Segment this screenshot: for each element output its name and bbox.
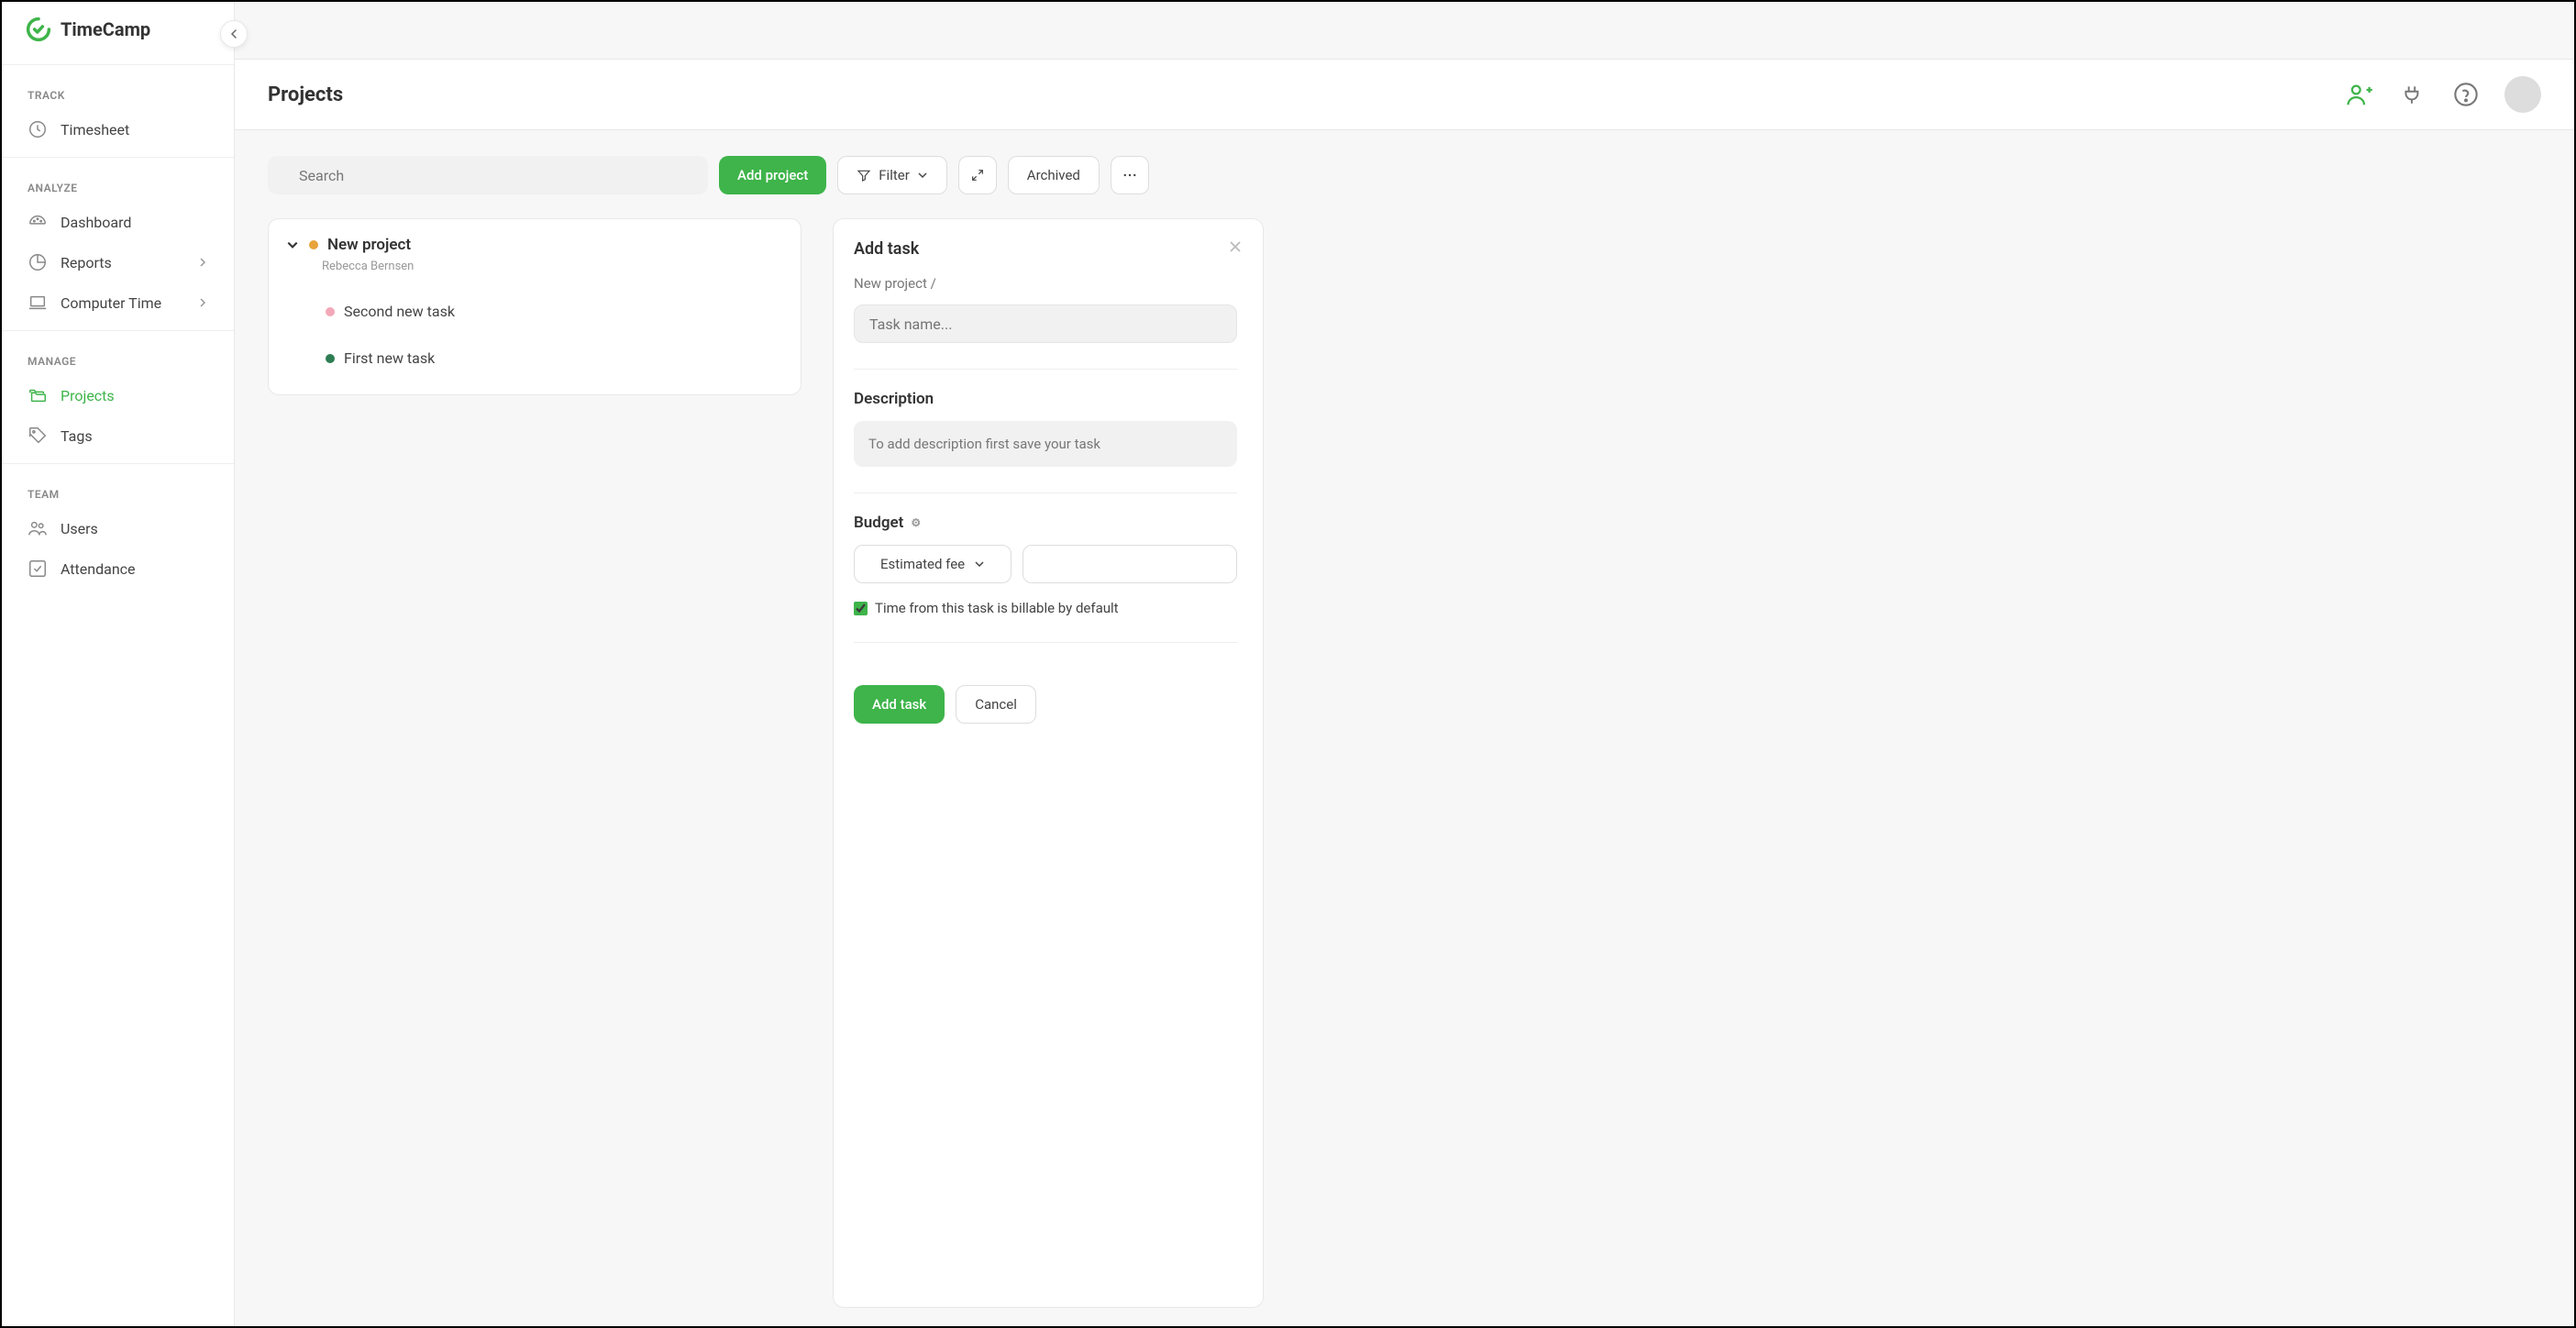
project-name: New project (327, 236, 411, 254)
sidebar-item-computer-time[interactable]: Computer Time (2, 282, 234, 323)
project-color-dot (309, 240, 318, 249)
sidebar-item-users[interactable]: Users (2, 508, 234, 548)
project-row[interactable]: New project (269, 232, 801, 258)
budget-label: Budget ⚙ (854, 514, 1237, 532)
chevron-down-icon (285, 238, 300, 251)
collapse-sidebar-button[interactable] (220, 20, 248, 48)
section-team: TEAM (2, 471, 234, 508)
cancel-button[interactable]: Cancel (956, 685, 1036, 724)
sidebar-item-reports[interactable]: Reports (2, 242, 234, 282)
section-track: TRACK (2, 72, 234, 109)
nav-label: Timesheet (61, 121, 129, 138)
tag-icon (28, 426, 48, 446)
laptop-icon (28, 293, 48, 313)
projects-panel: New project Rebecca Bernsen Second new t… (268, 218, 802, 395)
section-analyze: ANALYZE (2, 165, 234, 202)
logo-text: TimeCamp (61, 18, 150, 40)
checkbox-icon (28, 559, 48, 579)
chevron-right-icon (197, 254, 208, 271)
dots-icon (1122, 167, 1138, 183)
nav-label: Projects (61, 387, 115, 404)
help-icon (2453, 82, 2479, 107)
sidebar-item-projects[interactable]: Projects (2, 375, 234, 415)
task-row[interactable]: First new task (269, 335, 801, 382)
nav-label: Dashboard (61, 214, 131, 231)
collapse-all-button[interactable] (958, 156, 997, 194)
sidebar: TimeCamp TRACK Timesheet ANALYZE Dashboa… (2, 2, 235, 1326)
section-manage: MANAGE (2, 338, 234, 375)
main: Projects Add project Filter Archived (235, 2, 2574, 1326)
budget-value-input[interactable] (1023, 545, 1237, 583)
more-button[interactable] (1111, 156, 1149, 194)
description-placeholder: To add description first save your task (854, 421, 1237, 467)
billable-checkbox[interactable] (854, 602, 868, 615)
sidebar-item-dashboard[interactable]: Dashboard (2, 202, 234, 242)
sidebar-item-tags[interactable]: Tags (2, 415, 234, 456)
page-header: Projects (235, 60, 2574, 130)
chevron-down-icon (917, 170, 928, 181)
billable-label: Time from this task is billable by defau… (875, 600, 1119, 616)
gauge-icon (28, 212, 48, 232)
gear-icon[interactable]: ⚙ (911, 516, 921, 529)
close-icon (1228, 239, 1243, 254)
task-color-dot (326, 307, 335, 316)
task-name-input[interactable] (854, 304, 1237, 343)
pie-chart-icon (28, 252, 48, 272)
description-label: Description (854, 390, 1237, 408)
logo[interactable]: TimeCamp (2, 2, 234, 57)
nav-label: Reports (61, 254, 112, 271)
invite-user-button[interactable] (2345, 80, 2374, 109)
user-plus-icon (2346, 81, 2373, 108)
add-project-button[interactable]: Add project (719, 156, 826, 194)
project-owner: Rebecca Bernsen (269, 260, 801, 273)
topbar (235, 2, 2574, 60)
avatar[interactable] (2504, 76, 2541, 113)
logo-icon (26, 17, 51, 42)
breadcrumb: New project / (854, 275, 1237, 292)
panel-title: Add task (854, 239, 1248, 259)
budget-type-select[interactable]: Estimated fee (854, 545, 1012, 583)
toolbar: Add project Filter Archived (235, 130, 2574, 209)
chevron-down-icon (974, 559, 985, 570)
collapse-icon (970, 168, 985, 183)
search-input[interactable] (268, 156, 708, 194)
nav-label: Users (61, 520, 98, 537)
nav-label: Computer Time (61, 294, 161, 312)
chevron-right-icon (197, 294, 208, 312)
archived-button[interactable]: Archived (1008, 156, 1100, 194)
clock-icon (28, 119, 48, 139)
integrations-button[interactable] (2398, 80, 2427, 109)
filter-button[interactable]: Filter (837, 156, 947, 194)
task-row[interactable]: Second new task (269, 288, 801, 335)
page-title: Projects (268, 83, 343, 106)
nav-label: Attendance (61, 560, 136, 578)
help-button[interactable] (2451, 80, 2481, 109)
plug-icon (2401, 83, 2425, 106)
sidebar-item-timesheet[interactable]: Timesheet (2, 109, 234, 149)
task-name: Second new task (344, 303, 455, 320)
filter-icon (857, 168, 871, 183)
sidebar-item-attendance[interactable]: Attendance (2, 548, 234, 589)
add-task-button[interactable]: Add task (854, 685, 945, 724)
task-color-dot (326, 354, 335, 363)
task-name: First new task (344, 349, 435, 367)
folders-icon (28, 385, 48, 405)
close-button[interactable] (1228, 239, 1243, 258)
users-icon (28, 518, 48, 538)
billable-checkbox-row[interactable]: Time from this task is billable by defau… (854, 600, 1237, 616)
chevron-left-icon (228, 28, 239, 39)
nav-label: Tags (61, 427, 93, 445)
add-task-panel: Add task New project / Description To ad… (833, 218, 1264, 1308)
